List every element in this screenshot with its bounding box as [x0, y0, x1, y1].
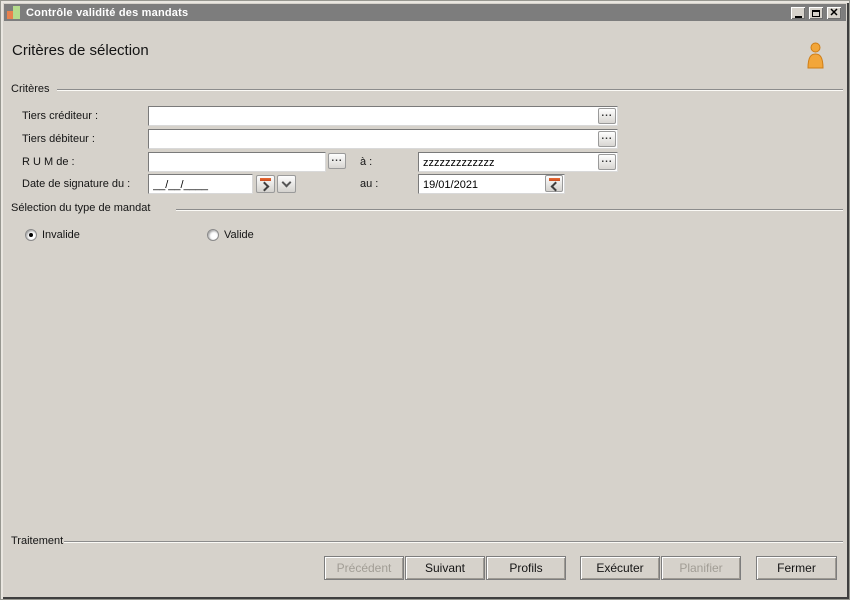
tiers-debiteur-label: Tiers débiteur :: [22, 133, 95, 145]
radio-valide[interactable]: Valide: [207, 229, 254, 241]
tiers-crediteur-label: Tiers créditeur :: [22, 110, 99, 122]
fermer-button[interactable]: Fermer: [756, 556, 837, 580]
tiers-debiteur-fieldbox: ...: [148, 129, 618, 149]
rum-from-input[interactable]: [149, 154, 325, 172]
rum-to-browse-icon[interactable]: ...: [598, 154, 616, 170]
title-bar: Contrôle validité des mandats ✕: [4, 4, 846, 21]
radio-invalide[interactable]: Invalide: [25, 229, 80, 241]
date-to-input[interactable]: [419, 176, 564, 194]
date-to-label: au :: [360, 178, 379, 190]
rum-to-label: à :: [360, 156, 373, 168]
precedent-button[interactable]: Précédent: [324, 556, 404, 580]
person-icon: [804, 41, 827, 70]
date-to-calendar-prev-icon[interactable]: [545, 175, 563, 192]
executer-button[interactable]: Exécuter: [580, 556, 660, 580]
dialog-window: Contrôle validité des mandats ✕ Critères…: [0, 0, 850, 600]
tiers-crediteur-input[interactable]: [149, 108, 617, 126]
planifier-button[interactable]: Planifier: [661, 556, 741, 580]
tiers-crediteur-browse-icon[interactable]: ...: [598, 108, 616, 124]
radio-valide-circle[interactable]: [207, 229, 219, 241]
rum-to-input[interactable]: [419, 154, 617, 172]
suivant-button[interactable]: Suivant: [405, 556, 485, 580]
rum-browse-icon[interactable]: ...: [328, 153, 346, 169]
rum-to-fieldbox: ...: [418, 152, 618, 172]
mandate-type-separator: [176, 209, 843, 211]
processing-separator: [64, 541, 843, 543]
date-to-fieldbox: [418, 174, 565, 194]
date-from-input[interactable]: [149, 176, 252, 194]
radio-valide-label: Valide: [224, 229, 254, 241]
tiers-crediteur-fieldbox: ...: [148, 106, 618, 126]
minimize-icon[interactable]: [790, 6, 806, 20]
profils-button[interactable]: Profils: [486, 556, 566, 580]
date-from-dropdown-icon[interactable]: [277, 175, 296, 193]
tiers-debiteur-browse-icon[interactable]: ...: [598, 131, 616, 147]
criteria-separator: [57, 89, 843, 91]
date-from-calendar-next-icon[interactable]: [256, 175, 275, 193]
radio-invalide-circle[interactable]: [25, 229, 37, 241]
processing-group-label: Traitement: [11, 535, 64, 547]
app-icon-green-bar: [13, 6, 20, 19]
radio-invalide-label: Invalide: [42, 229, 80, 241]
criteria-group-label: Critères: [11, 83, 50, 95]
close-icon[interactable]: ✕: [826, 6, 842, 20]
date-from-fieldbox: [148, 174, 253, 194]
window-title: Contrôle validité des mandats: [26, 6, 189, 19]
app-icon: [7, 6, 20, 19]
maximize-icon[interactable]: [808, 6, 824, 20]
rum-from-fieldbox: [148, 152, 326, 172]
page-title: Critères de sélection: [12, 42, 149, 59]
tiers-debiteur-input[interactable]: [149, 131, 617, 149]
rum-label: R U M de :: [22, 156, 75, 168]
mandate-type-group-label: Sélection du type de mandat: [11, 202, 151, 214]
date-signature-label: Date de signature du :: [22, 178, 131, 190]
